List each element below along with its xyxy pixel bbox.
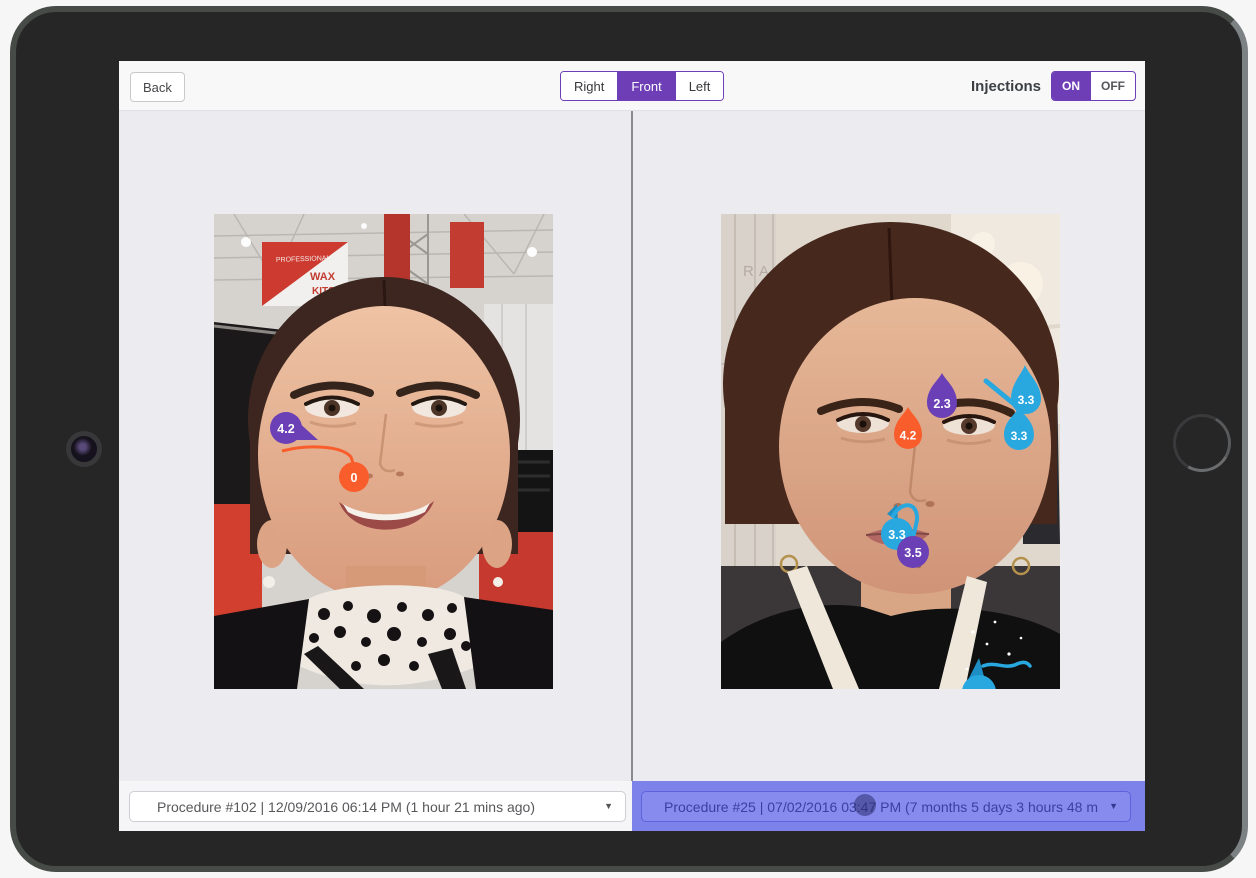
injections-on-button[interactable]: ON: [1052, 72, 1090, 100]
tablet-camera-icon: [66, 431, 102, 467]
tablet-home-button-ring: [1166, 407, 1237, 478]
app-screen: Back Right Front Left Injections ON OFF: [119, 61, 1145, 831]
right-procedure-select[interactable]: Procedure #25 | 07/02/2016 03:47 PM (7 m…: [641, 791, 1131, 822]
patient-photo-right: RA: [721, 214, 1060, 689]
svg-text:2.3: 2.3: [933, 397, 950, 411]
injection-pin[interactable]: 3.5: [897, 536, 929, 568]
chevron-down-icon: ▼: [1109, 802, 1118, 811]
svg-text:WAX: WAX: [310, 271, 336, 283]
svg-text:3.3: 3.3: [1018, 393, 1035, 407]
patient-photo-left: PROFESSIONAL WAX KITS: [214, 214, 553, 689]
injections-toggle: ON OFF: [1051, 71, 1136, 101]
right-procedure-select-value: Procedure #25 | 07/02/2016 03:47 PM (7 m…: [642, 799, 1098, 815]
injection-pin[interactable]: 0: [339, 462, 369, 492]
svg-text:4.2: 4.2: [277, 422, 294, 436]
photo-right-face: [721, 222, 1060, 689]
left-procedure-panel: PROFESSIONAL WAX KITS: [119, 111, 631, 781]
procedure-selector-bar: Procedure #102 | 12/09/2016 06:14 PM (1 …: [119, 781, 1145, 831]
left-procedure-select-value: Procedure #102 | 12/09/2016 06:14 PM (1 …: [130, 799, 535, 815]
top-toolbar: Back Right Front Left Injections ON OFF: [119, 61, 1145, 111]
injections-toggle-group: Injections ON OFF: [971, 71, 1136, 101]
tab-front-view[interactable]: Front: [617, 72, 674, 100]
injections-label: Injections: [971, 78, 1041, 95]
tablet-frame: Back Right Front Left Injections ON OFF: [10, 6, 1248, 872]
back-button[interactable]: Back: [130, 72, 185, 102]
svg-text:4.2: 4.2: [900, 429, 917, 443]
left-procedure-select[interactable]: Procedure #102 | 12/09/2016 06:14 PM (1 …: [129, 791, 626, 822]
right-procedure-panel: RA: [631, 111, 1145, 781]
svg-text:0: 0: [351, 471, 358, 485]
left-selector-strip: Procedure #102 | 12/09/2016 06:14 PM (1 …: [119, 781, 632, 831]
svg-text:3.3: 3.3: [1011, 429, 1028, 443]
tab-right-view[interactable]: Right: [561, 72, 617, 100]
right-selector-strip: Procedure #25 | 07/02/2016 03:47 PM (7 m…: [632, 781, 1145, 831]
svg-text:3.5: 3.5: [904, 546, 921, 560]
tab-left-view[interactable]: Left: [675, 72, 724, 100]
view-segmented-control: Right Front Left: [560, 71, 724, 101]
comparison-area: PROFESSIONAL WAX KITS: [119, 111, 1145, 781]
chevron-down-icon: ▼: [604, 802, 613, 811]
injections-off-button[interactable]: OFF: [1090, 72, 1135, 100]
